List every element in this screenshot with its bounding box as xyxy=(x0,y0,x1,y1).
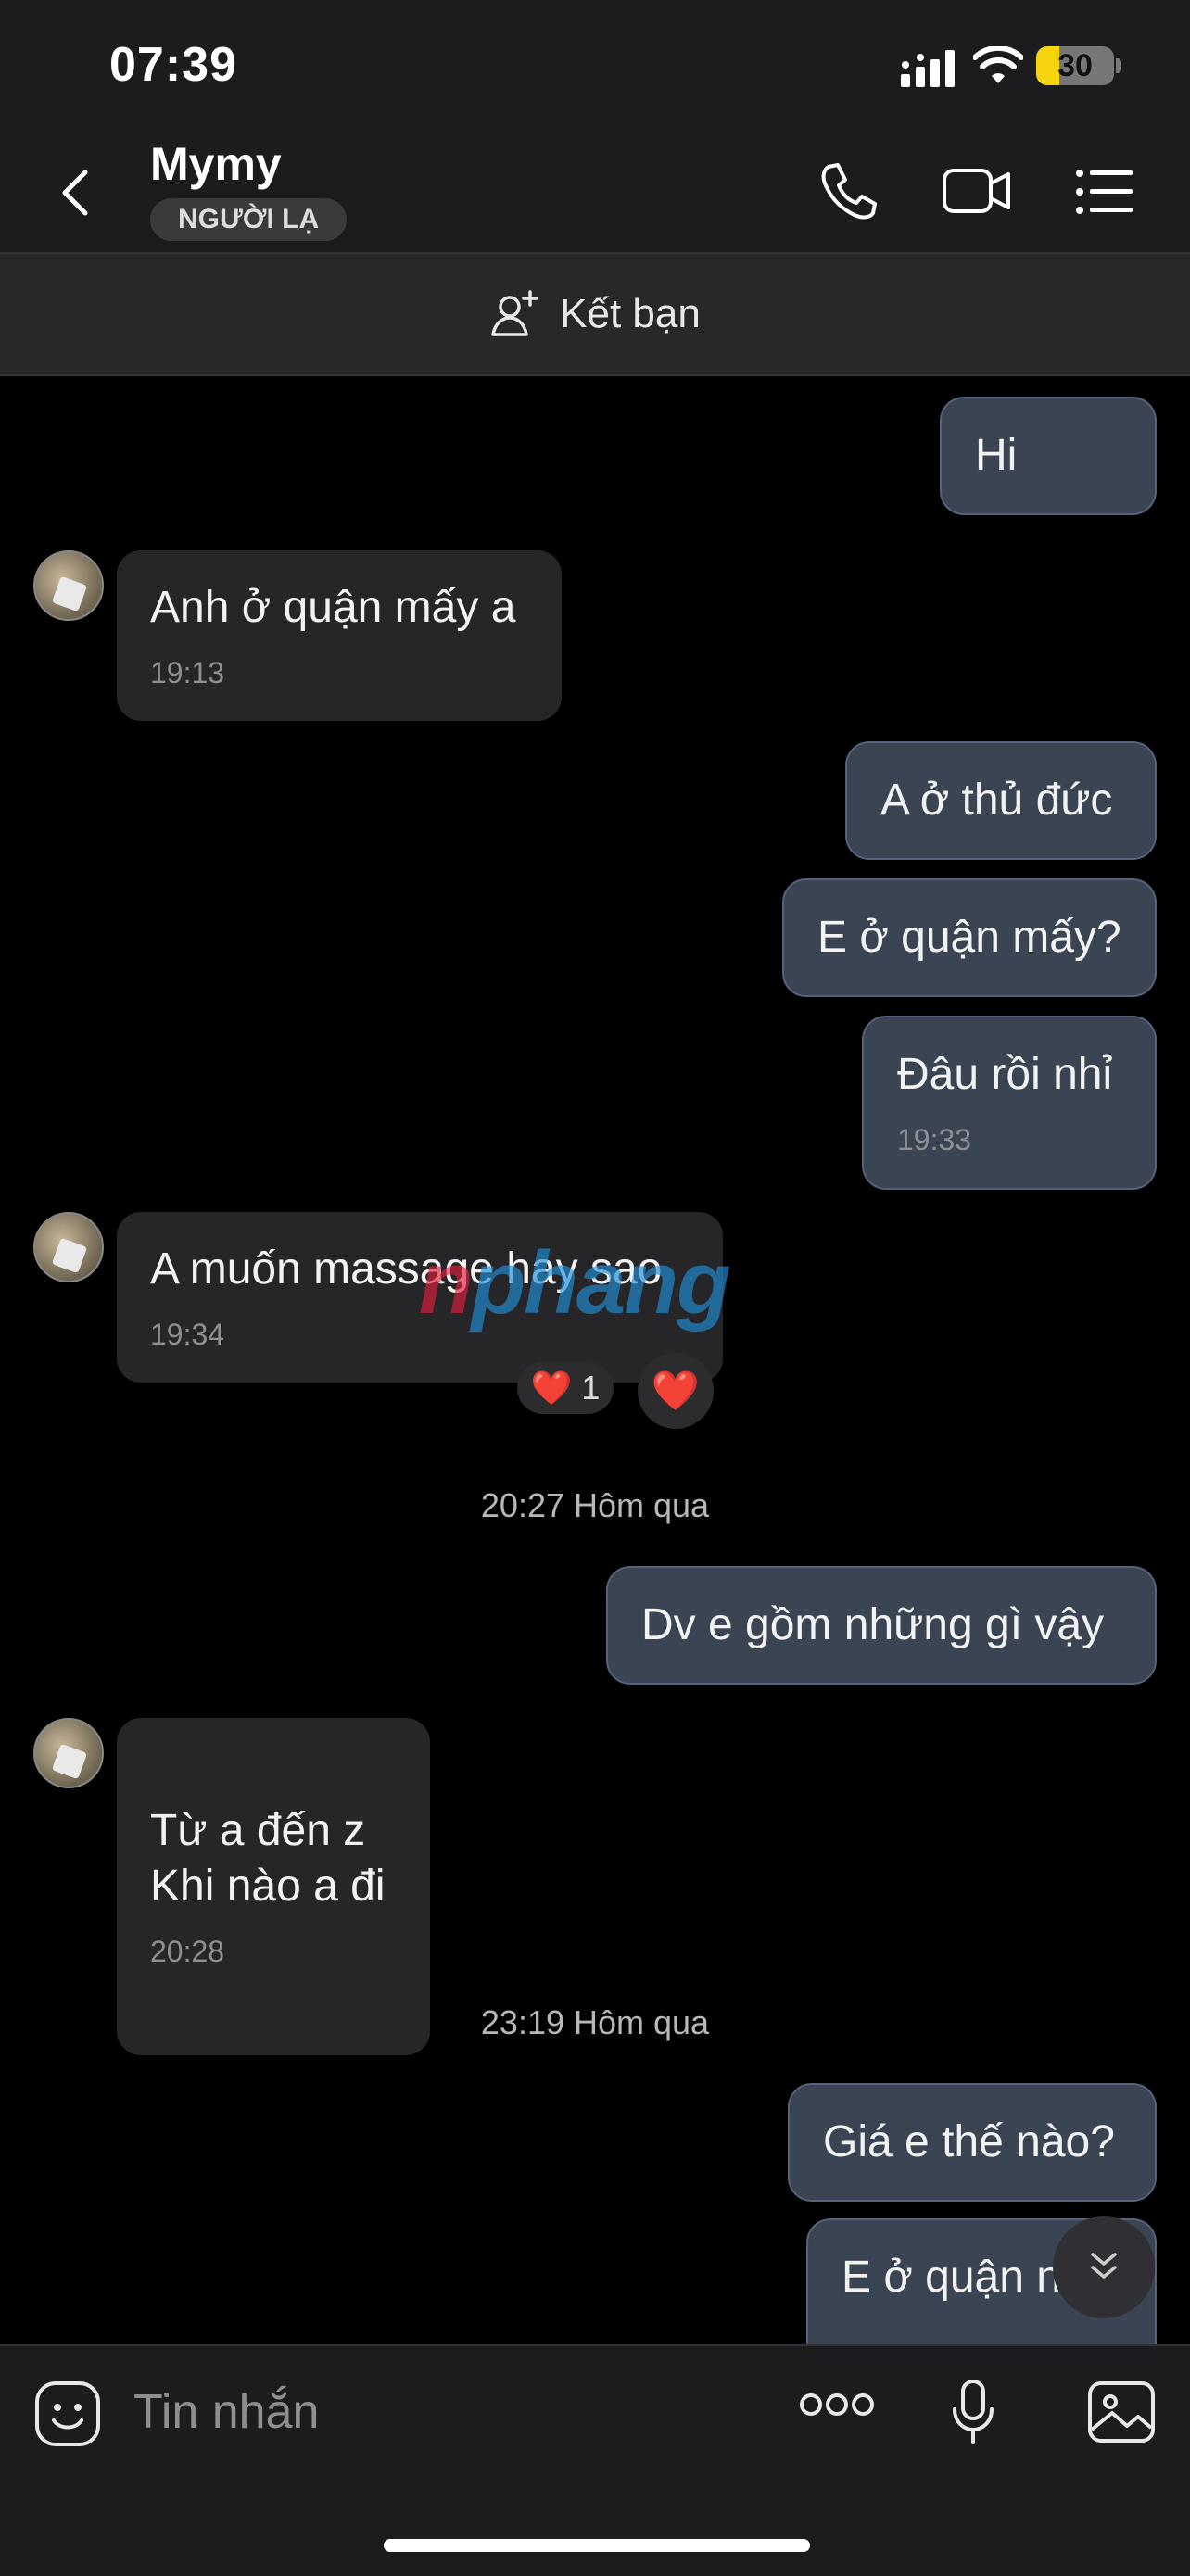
message-text: Đâu rồi nhỉ xyxy=(897,1050,1113,1099)
heart-icon: ❤️ xyxy=(651,1368,701,1412)
image-gallery-icon xyxy=(1088,2381,1155,2443)
message-bubble-outgoing[interactable]: Giá e thế nào? xyxy=(788,2083,1157,2202)
video-call-button[interactable] xyxy=(942,165,1012,221)
chevron-left-icon xyxy=(62,170,88,216)
voice-record-button[interactable] xyxy=(951,2378,995,2451)
watermark-logo: nphang xyxy=(419,1233,731,1332)
message-bubble-incoming[interactable]: Anh ở quận mấy a 19:13 xyxy=(117,550,562,721)
battery-icon: 30 xyxy=(1036,46,1114,85)
status-time: 07:39 xyxy=(109,38,237,92)
add-friend-bar[interactable]: Kết bạn xyxy=(0,254,1190,376)
add-person-icon xyxy=(491,290,538,336)
message-text: Anh ở quận mấy a xyxy=(150,583,516,632)
chat-menu-button[interactable] xyxy=(1075,169,1134,220)
date-separator: 23:19 Hôm qua xyxy=(480,2003,710,2041)
heart-reaction-icon: ❤️ xyxy=(530,1369,573,1407)
contact-name[interactable]: Mymy xyxy=(150,137,282,191)
photo-picker-button[interactable] xyxy=(1086,2380,1157,2449)
message-time: 19:33 xyxy=(897,1123,972,1156)
wifi-icon xyxy=(972,44,1024,90)
add-friend-label: Kết bạn xyxy=(560,291,701,336)
message-text: A ở thủ đức xyxy=(880,776,1113,825)
contact-avatar[interactable] xyxy=(33,1718,104,1788)
battery-level: 30 xyxy=(1057,48,1093,83)
date-separator: 20:27 Hôm qua xyxy=(480,1486,710,1524)
sticker-face-icon xyxy=(35,2381,100,2446)
message-time: 20:28 xyxy=(150,1935,225,1968)
sticker-button[interactable] xyxy=(33,2380,102,2453)
react-heart-button[interactable]: ❤️ xyxy=(638,1353,714,1429)
message-input[interactable] xyxy=(132,2372,728,2452)
home-indicator[interactable] xyxy=(384,2539,810,2552)
contact-avatar[interactable] xyxy=(33,1212,104,1282)
cellular-signal-icon xyxy=(901,50,960,92)
reaction-count[interactable]: ❤️ 1 xyxy=(517,1362,614,1414)
message-text: Giá e thế nào? xyxy=(823,2117,1115,2166)
message-text: Dv e gồm những gì vậy xyxy=(641,1600,1105,1649)
message-bubble-outgoing[interactable]: Dv e gồm những gì vậy xyxy=(606,1566,1157,1685)
microphone-icon xyxy=(953,2380,994,2444)
reaction-count-value: 1 xyxy=(581,1369,601,1407)
stranger-badge: NGƯỜI LẠ xyxy=(150,198,348,241)
list-menu-icon xyxy=(1076,170,1133,214)
more-options-button[interactable] xyxy=(799,2391,875,2423)
more-dots-icon xyxy=(800,2393,874,2416)
message-bubble-outgoing[interactable]: A ở thủ đức xyxy=(845,741,1157,860)
message-time: 19:13 xyxy=(150,656,225,689)
voice-call-button[interactable] xyxy=(816,159,880,229)
message-text: E ở quận mấy? xyxy=(817,913,1121,962)
scroll-to-bottom-button[interactable] xyxy=(1053,2216,1155,2318)
message-text: E ở quận n xyxy=(842,2253,1061,2302)
phone-icon xyxy=(821,163,877,220)
message-bubble-outgoing[interactable]: Đâu rồi nhỉ 19:33 xyxy=(862,1016,1157,1190)
battery-cap xyxy=(1116,58,1121,73)
contact-avatar[interactable] xyxy=(33,550,104,621)
back-button[interactable] xyxy=(50,165,106,221)
video-camera-icon xyxy=(943,169,1010,213)
double-chevron-down-icon xyxy=(1091,2253,1117,2279)
message-bubble-outgoing[interactable]: Hi xyxy=(940,397,1157,515)
message-bubble-outgoing[interactable]: E ở quận mấy? xyxy=(782,878,1157,997)
message-text: Từ a đến z Khi nào a đi xyxy=(150,1806,386,1911)
message-text: Hi xyxy=(975,431,1018,480)
